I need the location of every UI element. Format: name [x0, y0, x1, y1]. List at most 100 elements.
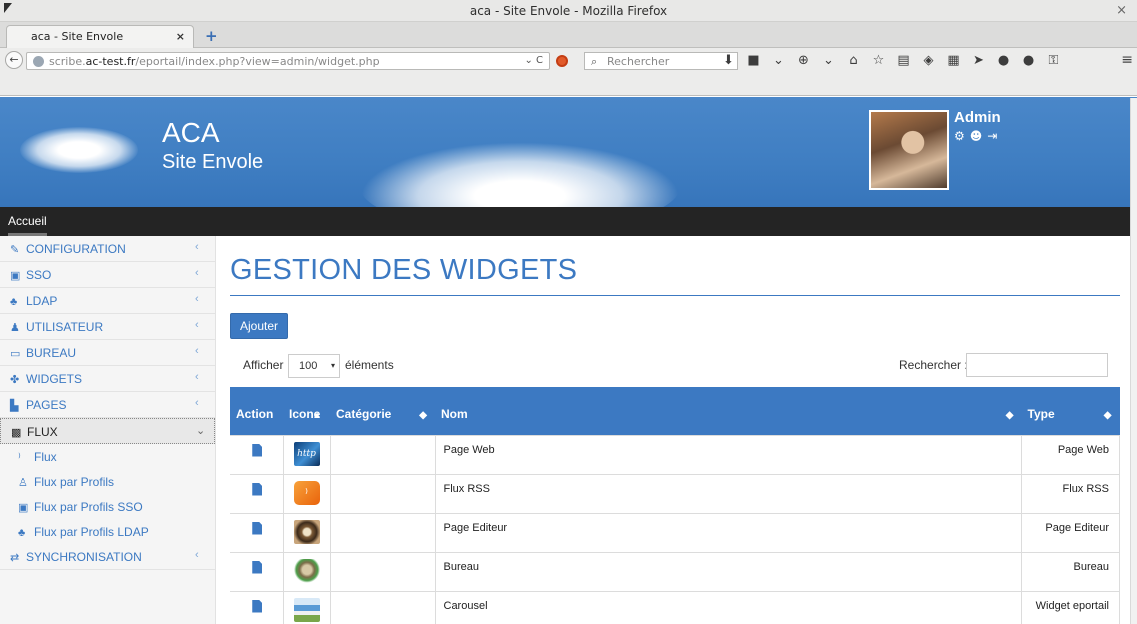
chat-icon[interactable]: ● — [1016, 53, 1041, 68]
sidebar-item-ldap[interactable]: ♣ LDAP ‹ — [0, 288, 215, 314]
sidebar-subitem-flux[interactable]: ⁾ Flux — [0, 444, 215, 469]
sidebar-subitem-flux-profils[interactable]: ♙ Flux par Profils — [0, 469, 215, 494]
column-header-icone[interactable]: Icone ▲ — [283, 387, 330, 435]
sidebar-item-synchronisation[interactable]: ⇄ SYNCHRONISATION ‹ — [0, 544, 215, 570]
sidebar-item-label: SSO — [26, 268, 52, 282]
page-scrollbar[interactable] — [1130, 98, 1137, 624]
sidebar-item-pages[interactable]: ▙ PAGES ‹ — [0, 392, 215, 418]
menu-icon[interactable]: ≡ — [1121, 52, 1133, 68]
save-icon[interactable]: ■ — [741, 53, 766, 68]
window-close-button[interactable]: × — [1116, 3, 1127, 18]
column-header-nom[interactable]: Nom ◆ — [435, 387, 1022, 435]
type-cell: Page Web — [1021, 434, 1120, 475]
chevron-left-icon: ‹ — [195, 267, 199, 279]
sidebar-item-label: CONFIGURATION — [26, 242, 126, 256]
sidebar-item-utilisateur[interactable]: ♟ UTILISATEUR ‹ — [0, 314, 215, 340]
reload-icon[interactable]: ⌄ C — [524, 55, 543, 66]
widgets-table: Action Icone ▲ Catégorie ◆ Nom ◆ Type ◆ http… — [230, 387, 1120, 624]
wrench-icon: ✎ — [10, 244, 20, 256]
cloud-decoration — [360, 142, 680, 207]
column-header-type[interactable]: Type ◆ — [1021, 387, 1120, 435]
chevron-left-icon: ‹ — [195, 371, 199, 383]
chevron-down-icon[interactable]: ⌄ — [816, 53, 841, 68]
edit-file-icon[interactable] — [252, 560, 263, 574]
sso-icon: ▣ — [18, 502, 29, 514]
sidebar: ✎ CONFIGURATION ‹ ▣ SSO ‹ ♣ LDAP ‹ ♟ UTILISA… — [0, 236, 216, 624]
desktop-icon: ▭ — [10, 348, 21, 360]
category-cell — [329, 512, 436, 553]
search-placeholder: Rechercher — [607, 55, 670, 68]
send-icon[interactable]: ➤ — [966, 53, 991, 68]
edit-file-icon[interactable] — [252, 482, 263, 496]
puzzle-icon[interactable]: ⚿ — [1041, 53, 1066, 68]
new-tab-icon[interactable]: + — [205, 27, 218, 45]
table-row: Page Editeur Page Editeur — [230, 512, 1120, 553]
pocket-icon[interactable]: ◈ — [916, 53, 941, 68]
download-icon[interactable]: ⬇ — [716, 53, 741, 68]
show-entries-label: Afficher — [243, 358, 284, 372]
sidebar-item-bureau[interactable]: ▭ BUREAU ‹ — [0, 340, 215, 366]
category-cell — [329, 551, 436, 592]
tab-active[interactable]: aca - Site Envole × — [6, 25, 194, 48]
user-name: Admin — [954, 109, 1001, 126]
sso-icon: ▣ — [10, 270, 21, 282]
editor-page-icon — [293, 519, 320, 544]
chevron-left-icon: ‹ — [195, 241, 199, 253]
cloud-logo-icon — [20, 127, 138, 173]
rss-square-icon: ▩ — [11, 427, 22, 439]
addon-icon[interactable] — [556, 55, 568, 67]
web-page-icon: http — [293, 441, 320, 466]
sidebar-item-configuration[interactable]: ✎ CONFIGURATION ‹ — [0, 236, 215, 262]
user-icon: ♟ — [10, 322, 20, 334]
sidebar-subitem-flux-profils-ldap[interactable]: ♣ Flux par Profils LDAP — [0, 519, 215, 544]
sidebar-item-flux[interactable]: ▩ FLUX ⌄ — [0, 418, 215, 444]
grid-icon[interactable]: ▦ — [941, 53, 966, 68]
type-cell: Widget eportail — [1021, 590, 1120, 624]
edit-file-icon[interactable] — [252, 521, 263, 535]
table-search-input[interactable] — [966, 353, 1108, 377]
home-icon[interactable]: ⌂ — [841, 53, 866, 68]
shield-icon[interactable]: ● — [991, 53, 1016, 68]
site-subtitle: Site Envole — [162, 151, 264, 173]
sort-icon: ◆ — [1005, 409, 1014, 421]
site-header: ACA Site Envole Admin ⚙ ☻ ⇥ — [0, 97, 1137, 207]
corner-icon — [4, 3, 12, 13]
sidebar-item-widgets[interactable]: ✤ WIDGETS ‹ — [0, 366, 215, 392]
rss-feed-icon: ⁾ — [293, 480, 320, 505]
sitemap-icon: ♣ — [18, 527, 26, 539]
toolbar-icons: ⬇ ■ ⌄ ⊕ ⌄ ⌂ ☆ ▤ ◈ ▦ ➤ ● ● ⚿ — [716, 53, 1066, 71]
tab-close-icon[interactable]: × — [176, 30, 185, 43]
sidebar-item-label: LDAP — [26, 294, 58, 308]
nav-home-link[interactable]: Accueil — [8, 207, 47, 236]
sidebar-item-sso[interactable]: ▣ SSO ‹ — [0, 262, 215, 288]
sidebar-subitem-flux-profils-sso[interactable]: ▣ Flux par Profils SSO — [0, 494, 215, 519]
table-row: ⁾ Flux RSS Flux RSS — [230, 473, 1120, 514]
add-button[interactable]: Ajouter — [230, 313, 288, 339]
gear-icon[interactable]: ⚙ — [954, 129, 965, 143]
avatar[interactable] — [869, 110, 949, 190]
user-icon[interactable]: ☻ — [970, 129, 983, 143]
tab-label: aca - Site Envole — [31, 30, 124, 43]
edit-file-icon[interactable] — [252, 443, 263, 457]
column-header-categorie[interactable]: Catégorie ◆ — [330, 387, 435, 435]
addon-plus-icon[interactable]: ⊕ — [791, 53, 816, 68]
bookmark-star-icon[interactable]: ☆ — [866, 53, 891, 68]
sidebar-item-label: BUREAU — [26, 346, 77, 360]
browser-search-input[interactable]: ⌕ Rechercher — [584, 52, 738, 70]
back-button[interactable]: ← — [5, 51, 23, 69]
chevron-left-icon: ‹ — [195, 319, 199, 331]
sidebar-item-label: UTILISATEUR — [26, 320, 104, 334]
site-info-icon[interactable] — [33, 56, 44, 67]
table-row: Bureau Bureau — [230, 551, 1120, 592]
icon-cell — [282, 590, 331, 624]
page-size-select[interactable]: 100 ▾ — [288, 354, 340, 378]
entries-label: éléments — [345, 358, 394, 372]
logout-icon[interactable]: ⇥ — [987, 129, 997, 143]
icon-cell: http — [282, 434, 331, 475]
url-input[interactable]: scribe.ac-test.fr/eportail/index.php?vie… — [26, 52, 550, 70]
edit-file-icon[interactable] — [252, 599, 263, 613]
reading-list-icon[interactable]: ▤ — [891, 53, 916, 68]
page-size-value: 100 — [299, 360, 318, 372]
chevron-down-icon[interactable]: ⌄ — [766, 53, 791, 68]
site-name[interactable]: ACA — [162, 119, 220, 147]
